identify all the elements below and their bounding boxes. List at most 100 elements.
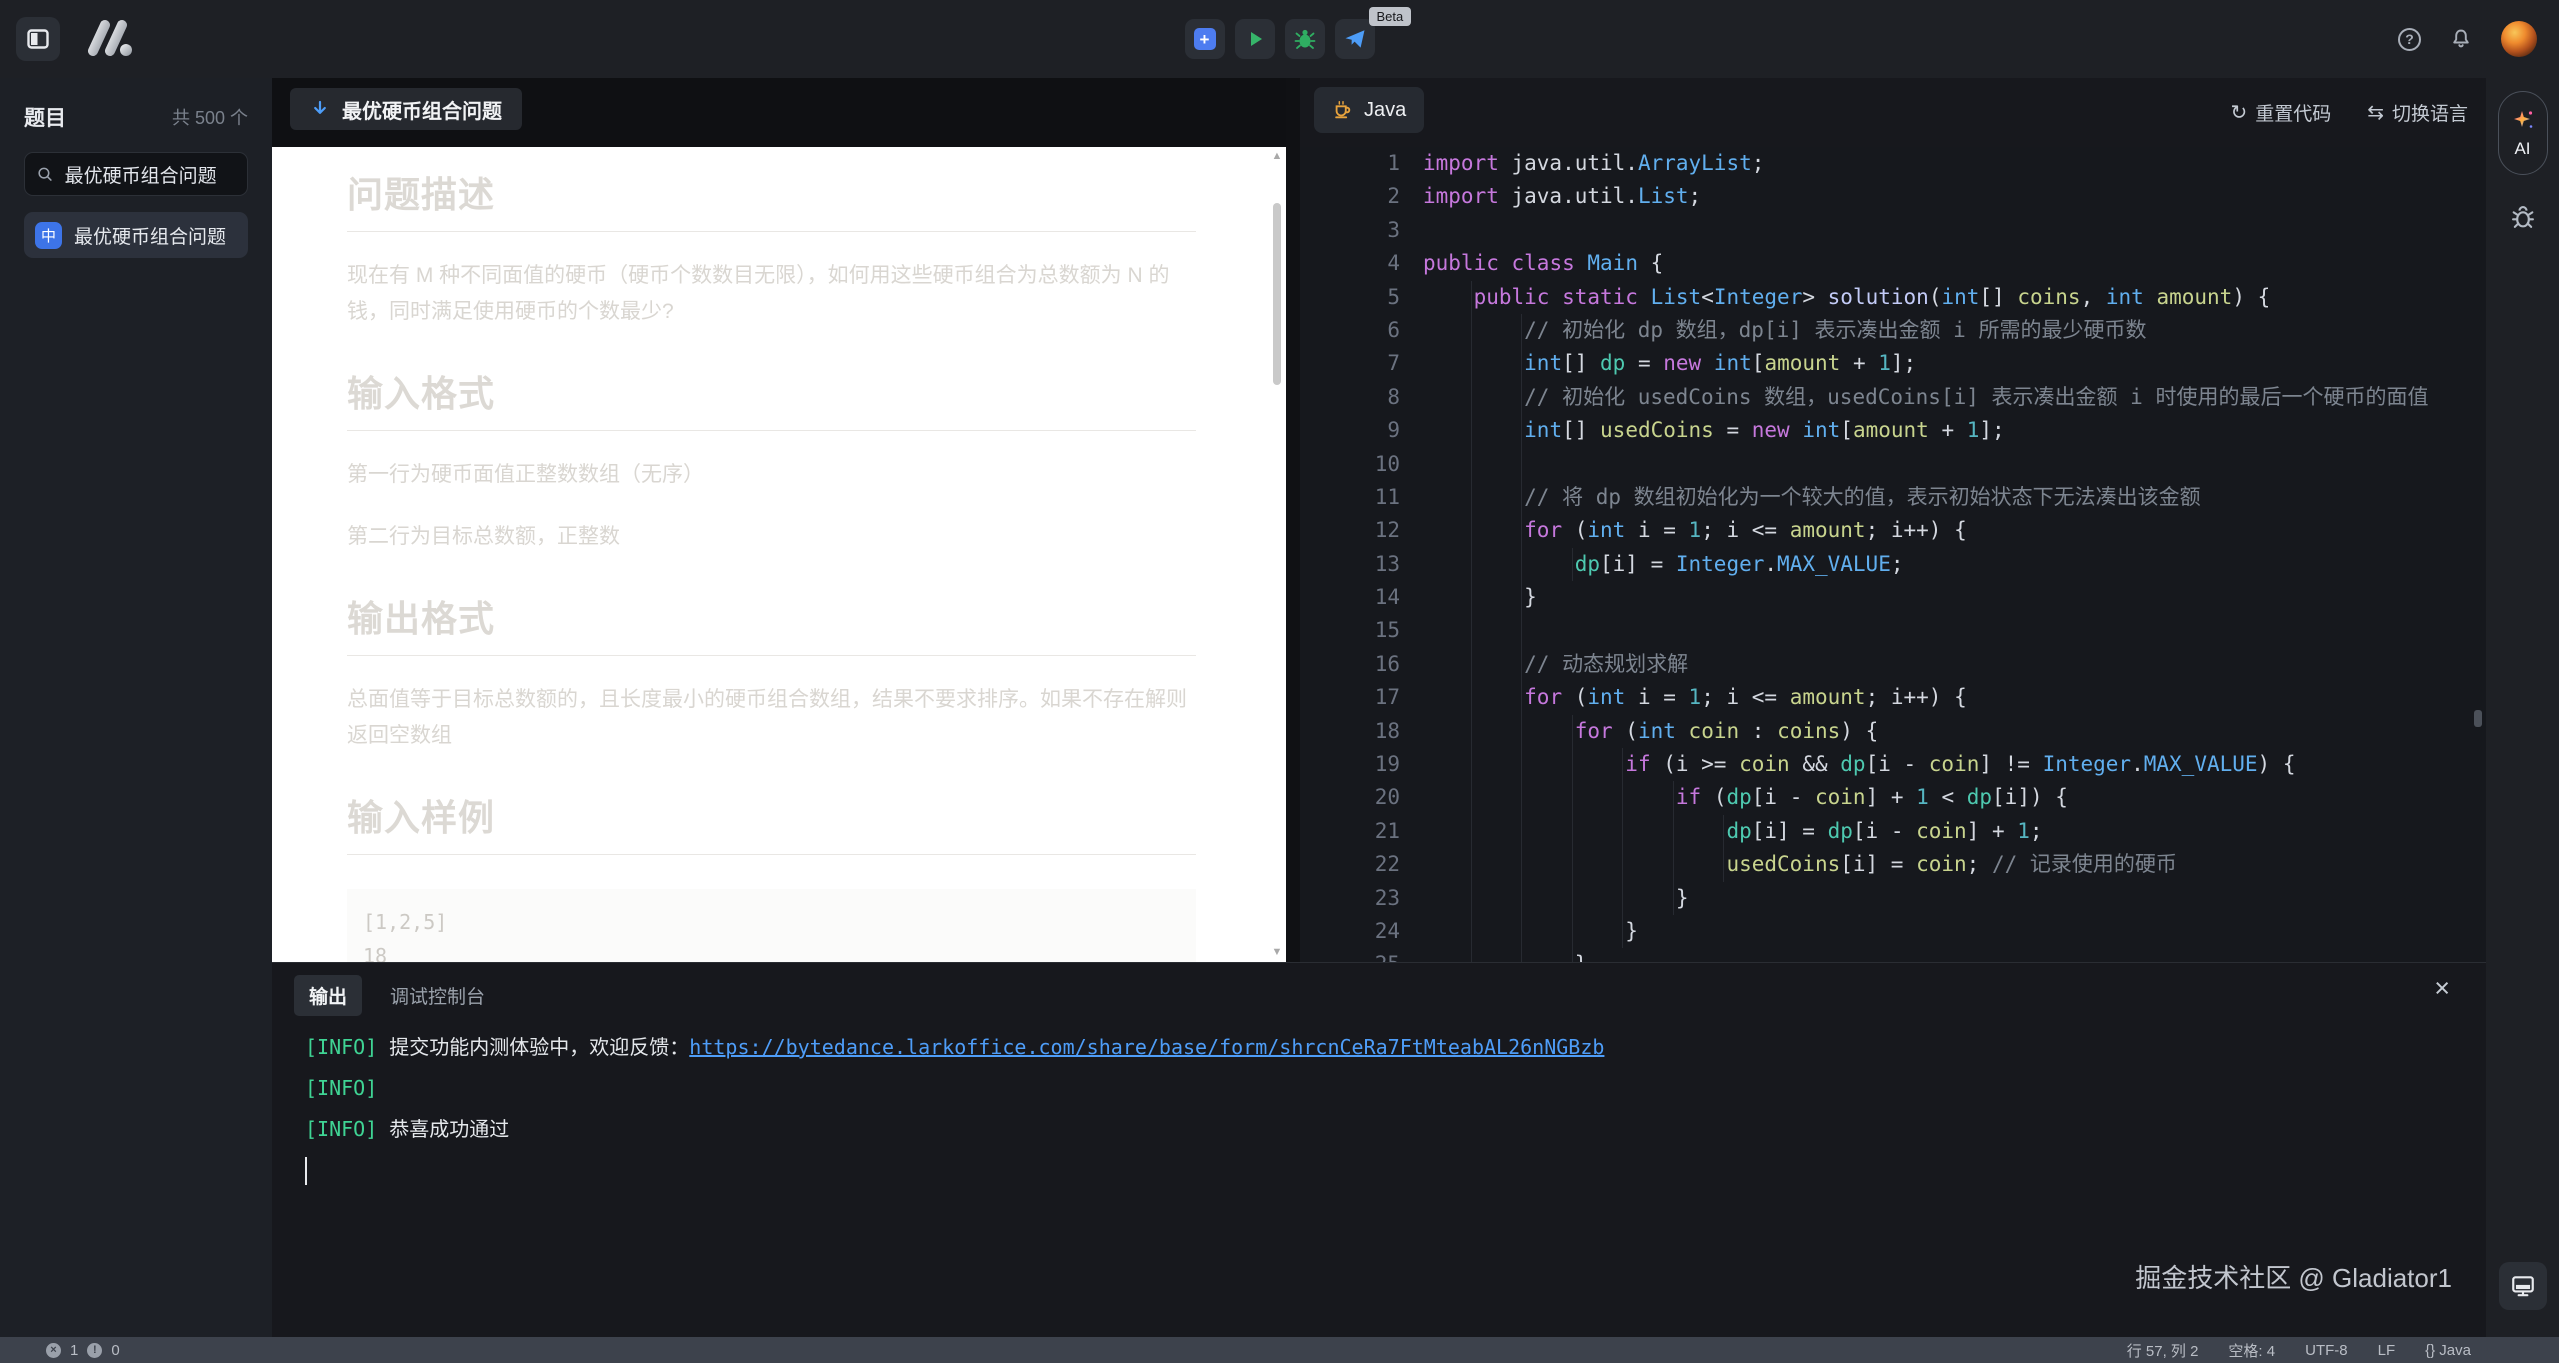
cursor-position[interactable]: 行 57, 列 2 [2127,1340,2199,1361]
code-line[interactable]: 11 // 将 dp 数组初始化为一个较大的值，表示初始状态下无法凑出该金额 [1300,481,2486,514]
line-number: 12 [1300,514,1400,547]
line-number: 8 [1300,381,1400,414]
scrollbar-thumb[interactable] [1273,203,1281,385]
tab-debug-console[interactable]: 调试控制台 [390,982,485,1009]
indent-guide-line [1521,448,1522,481]
code-line[interactable]: 8 // 初始化 usedCoins 数组，usedCoins[i] 表示凑出金… [1300,381,2486,414]
code-line-text: int[] usedCoins = new int[amount + 1]; [1423,414,2005,447]
scroll-up-icon[interactable]: ▲ [1272,151,1283,162]
logo-icon [84,17,136,57]
code-line[interactable]: 20 if (dp[i - coin] + 1 < dp[i]) { [1300,781,2486,814]
indent-guide-line [1572,915,1573,948]
code-line-text: } [1423,581,1537,614]
submit-button[interactable] [1335,19,1375,59]
switch-icon: ⇆ [2367,100,2384,125]
code-editor[interactable]: 1import java.util.ArrayList;2import java… [1300,147,2486,962]
indent-guide-line [1471,848,1472,881]
error-count: 1 [70,1342,78,1359]
code-line[interactable]: 4public class Main { [1300,247,2486,280]
language-tab[interactable]: Java [1314,87,1424,133]
code-line[interactable]: 16 // 动态规划求解 [1300,648,2486,681]
bell-icon[interactable] [2449,27,2473,51]
indent-guide-line [1471,381,1472,414]
problems-summary[interactable]: × 1 ! 0 [46,1342,120,1359]
problem-tab[interactable]: 最优硬币组合问题 [290,88,522,130]
indent-guide-line [1521,781,1522,814]
code-line[interactable]: 12 for (int i = 1; i <= amount; i++) { [1300,514,2486,547]
code-line-text: usedCoins[i] = coin; // 记录使用的硬币 [1423,848,2177,881]
avatar[interactable] [2501,21,2537,57]
close-console-button[interactable]: × [2428,973,2456,1004]
encoding-setting[interactable]: UTF-8 [2305,1342,2348,1359]
help-icon[interactable]: ? [2398,28,2421,51]
sidebar-toggle-button[interactable] [16,17,60,61]
code-line-text: for (int i = 1; i <= amount; i++) { [1423,514,1967,547]
divider [347,854,1196,855]
code-line-text: import java.util.List; [1423,180,1701,213]
topbar: + Beta [0,0,2559,78]
code-line[interactable]: 9 int[] usedCoins = new int[amount + 1]; [1300,414,2486,447]
code-line[interactable]: 2import java.util.List; [1300,180,2486,213]
console-line: [INFO] [305,1068,2456,1109]
code-line[interactable]: 15 [1300,614,2486,647]
run-button[interactable] [1235,19,1275,59]
scroll-down-icon[interactable]: ▼ [1272,947,1283,958]
sidebar-layout-icon [27,29,49,49]
reset-code-button[interactable]: ↻ 重置代码 [2230,99,2331,126]
code-line[interactable]: 5 public static List<Integer> solution(i… [1300,281,2486,314]
code-line[interactable]: 17 for (int i = 1; i <= amount; i++) { [1300,681,2486,714]
code-line-text: } [1423,948,1587,962]
language-mode[interactable]: {} Java [2425,1342,2471,1359]
app-root: + Beta [0,0,2559,1363]
line-number: 24 [1300,915,1400,948]
log-level-tag: [INFO] [305,1035,377,1059]
code-line[interactable]: 23 } [1300,882,2486,915]
code-line-text: } [1423,915,1638,948]
code-line[interactable]: 24 } [1300,915,2486,948]
code-line[interactable]: 19 if (i >= coin && dp[i - coin] != Inte… [1300,748,2486,781]
statusbar-right: 行 57, 列 2 空格: 4 UTF-8 LF {} Java [2127,1340,2471,1361]
indent-guide-line [1572,748,1573,781]
code-line[interactable]: 3 [1300,214,2486,247]
paragraph: 第一行为硬币面值正整数数组（无序） [347,457,1196,493]
ai-assistant-button[interactable]: AI [2498,91,2548,175]
editor-scrollbar-thumb[interactable] [2474,710,2482,727]
indent-guide-line [1521,948,1522,962]
description-scrollbar[interactable]: ▲ ▼ [1270,151,1284,958]
console-line: [INFO] 提交功能内测体验中，欢迎反馈：https://bytedance.… [305,1027,2456,1068]
tab-output[interactable]: 输出 [294,975,362,1016]
switch-language-button[interactable]: ⇆ 切换语言 [2367,99,2468,126]
marscode-logo[interactable] [84,17,136,62]
new-file-button[interactable]: + [1185,19,1225,59]
divider [347,231,1196,232]
code-line[interactable]: 10 [1300,448,2486,481]
code-line[interactable]: 22 usedCoins[i] = coin; // 记录使用的硬币 [1300,848,2486,881]
indent-guide-line [1622,848,1623,881]
error-icon: × [46,1343,61,1358]
eol-setting[interactable]: LF [2378,1342,2396,1359]
indent-guide-line [1572,715,1573,748]
indent-guide-line [1673,882,1674,915]
code-line[interactable]: 25 } [1300,948,2486,962]
code-line[interactable]: 1import java.util.ArrayList; [1300,147,2486,180]
topbar-left [16,0,136,78]
code-line[interactable]: 6 // 初始化 dp 数组，dp[i] 表示凑出金额 i 所需的最少硬币数 [1300,314,2486,347]
monitor-button[interactable] [2499,1262,2547,1310]
code-line[interactable]: 18 for (int coin : coins) { [1300,715,2486,748]
sidebar-title: 题目 [24,102,66,132]
search-input[interactable] [63,162,235,186]
code-line[interactable]: 7 int[] dp = new int[amount + 1]; [1300,347,2486,380]
debug-button[interactable] [1285,19,1325,59]
log-link[interactable]: https://bytedance.larkoffice.com/share/b… [689,1035,1604,1059]
code-line-text: int[] dp = new int[amount + 1]; [1423,347,1916,380]
code-line[interactable]: 14 } [1300,581,2486,614]
indent-guide-line [1521,748,1522,781]
code-line[interactable]: 13 dp[i] = Integer.MAX_VALUE; [1300,548,2486,581]
issue-bug-icon[interactable] [2509,203,2537,231]
indent-guide-line [1471,915,1472,948]
sidebar-item-problem[interactable]: 中 最优硬币组合问题 [24,212,248,258]
line-number: 16 [1300,648,1400,681]
indent-guide-line [1572,848,1573,881]
indentation-setting[interactable]: 空格: 4 [2228,1340,2275,1361]
code-line[interactable]: 21 dp[i] = dp[i - coin] + 1; [1300,815,2486,848]
